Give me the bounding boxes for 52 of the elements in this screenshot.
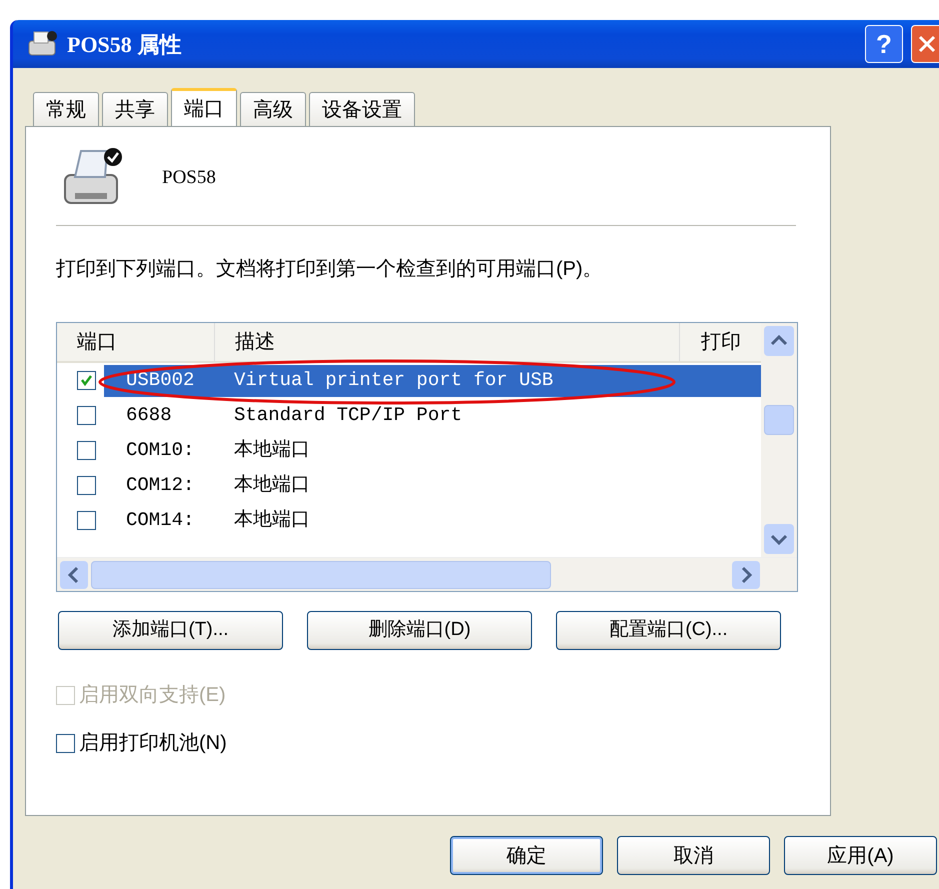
dialog-button[interactable]: 取消 [617,836,770,875]
dialog-button[interactable]: 应用(A) [784,836,937,875]
port-description: 本地端口 [234,473,310,498]
port-button[interactable]: 配置端口(C)... [556,611,781,650]
instruction-text: 打印到下列端口。文档将打印到第一个检查到的可用端口(P)。 [56,257,604,282]
option-label: 启用打印机池(N) [79,731,227,756]
port-row[interactable]: COM14: 本地端口 [104,504,761,536]
checkbox[interactable] [77,511,96,530]
option-label: 启用双向支持(E) [79,683,226,708]
scroll-left-icon [59,560,89,590]
tab[interactable]: 端口 [171,88,237,126]
close-icon [917,34,937,54]
dialog-button[interactable]: 确定 [450,836,603,875]
port-description: Virtual printer port for USB [234,368,554,394]
port-row[interactable]: USB002 Virtual printer port for USB [104,364,761,396]
tab[interactable]: 高级 [240,92,306,126]
scroll-right-icon [731,560,761,590]
port-description: Standard TCP/IP Port [234,403,462,428]
port-description: 本地端口 [234,508,310,534]
vertical-scrollbar[interactable] [761,323,797,557]
check-icon [80,374,93,387]
scroll-down-icon [763,523,795,555]
port-button[interactable]: 删除端口(D) [307,611,532,650]
port-name: COM12: [125,473,196,498]
close-button[interactable] [911,25,939,63]
port-description: 本地端口 [234,438,310,464]
tab[interactable]: 设备设置 [309,92,415,126]
tab[interactable]: 共享 [102,92,168,126]
checkbox[interactable] [77,441,96,460]
port-row[interactable]: 6688 Standard TCP/IP Port [104,400,761,432]
column-header[interactable]: 端口 [57,323,215,361]
port-row[interactable]: COM12: 本地端口 [104,470,761,502]
checkbox[interactable] [77,406,96,425]
port-name: COM14: [125,508,196,534]
checkbox[interactable] [77,371,96,390]
tab[interactable]: 常规 [33,92,99,126]
port-name: COM10: [125,438,196,464]
scroll-thumb[interactable] [91,560,551,588]
scroll-up-icon [763,325,795,357]
port-button[interactable]: 添加端口(T)... [58,611,283,650]
scroll-thumb[interactable] [764,405,794,435]
help-button[interactable]: ? [865,25,903,63]
window-title: POS58 属性 [67,30,182,58]
printer-name: POS58 [162,166,216,190]
column-header[interactable]: 打印 [680,323,761,361]
column-header[interactable]: 描述 [215,323,680,361]
checkbox[interactable] [56,734,75,752]
horizontal-scrollbar[interactable] [57,557,797,591]
port-name: USB002 [125,368,196,394]
port-row[interactable]: COM10: 本地端口 [104,434,761,466]
checkbox[interactable] [77,476,96,495]
port-name: 6688 [125,403,173,428]
